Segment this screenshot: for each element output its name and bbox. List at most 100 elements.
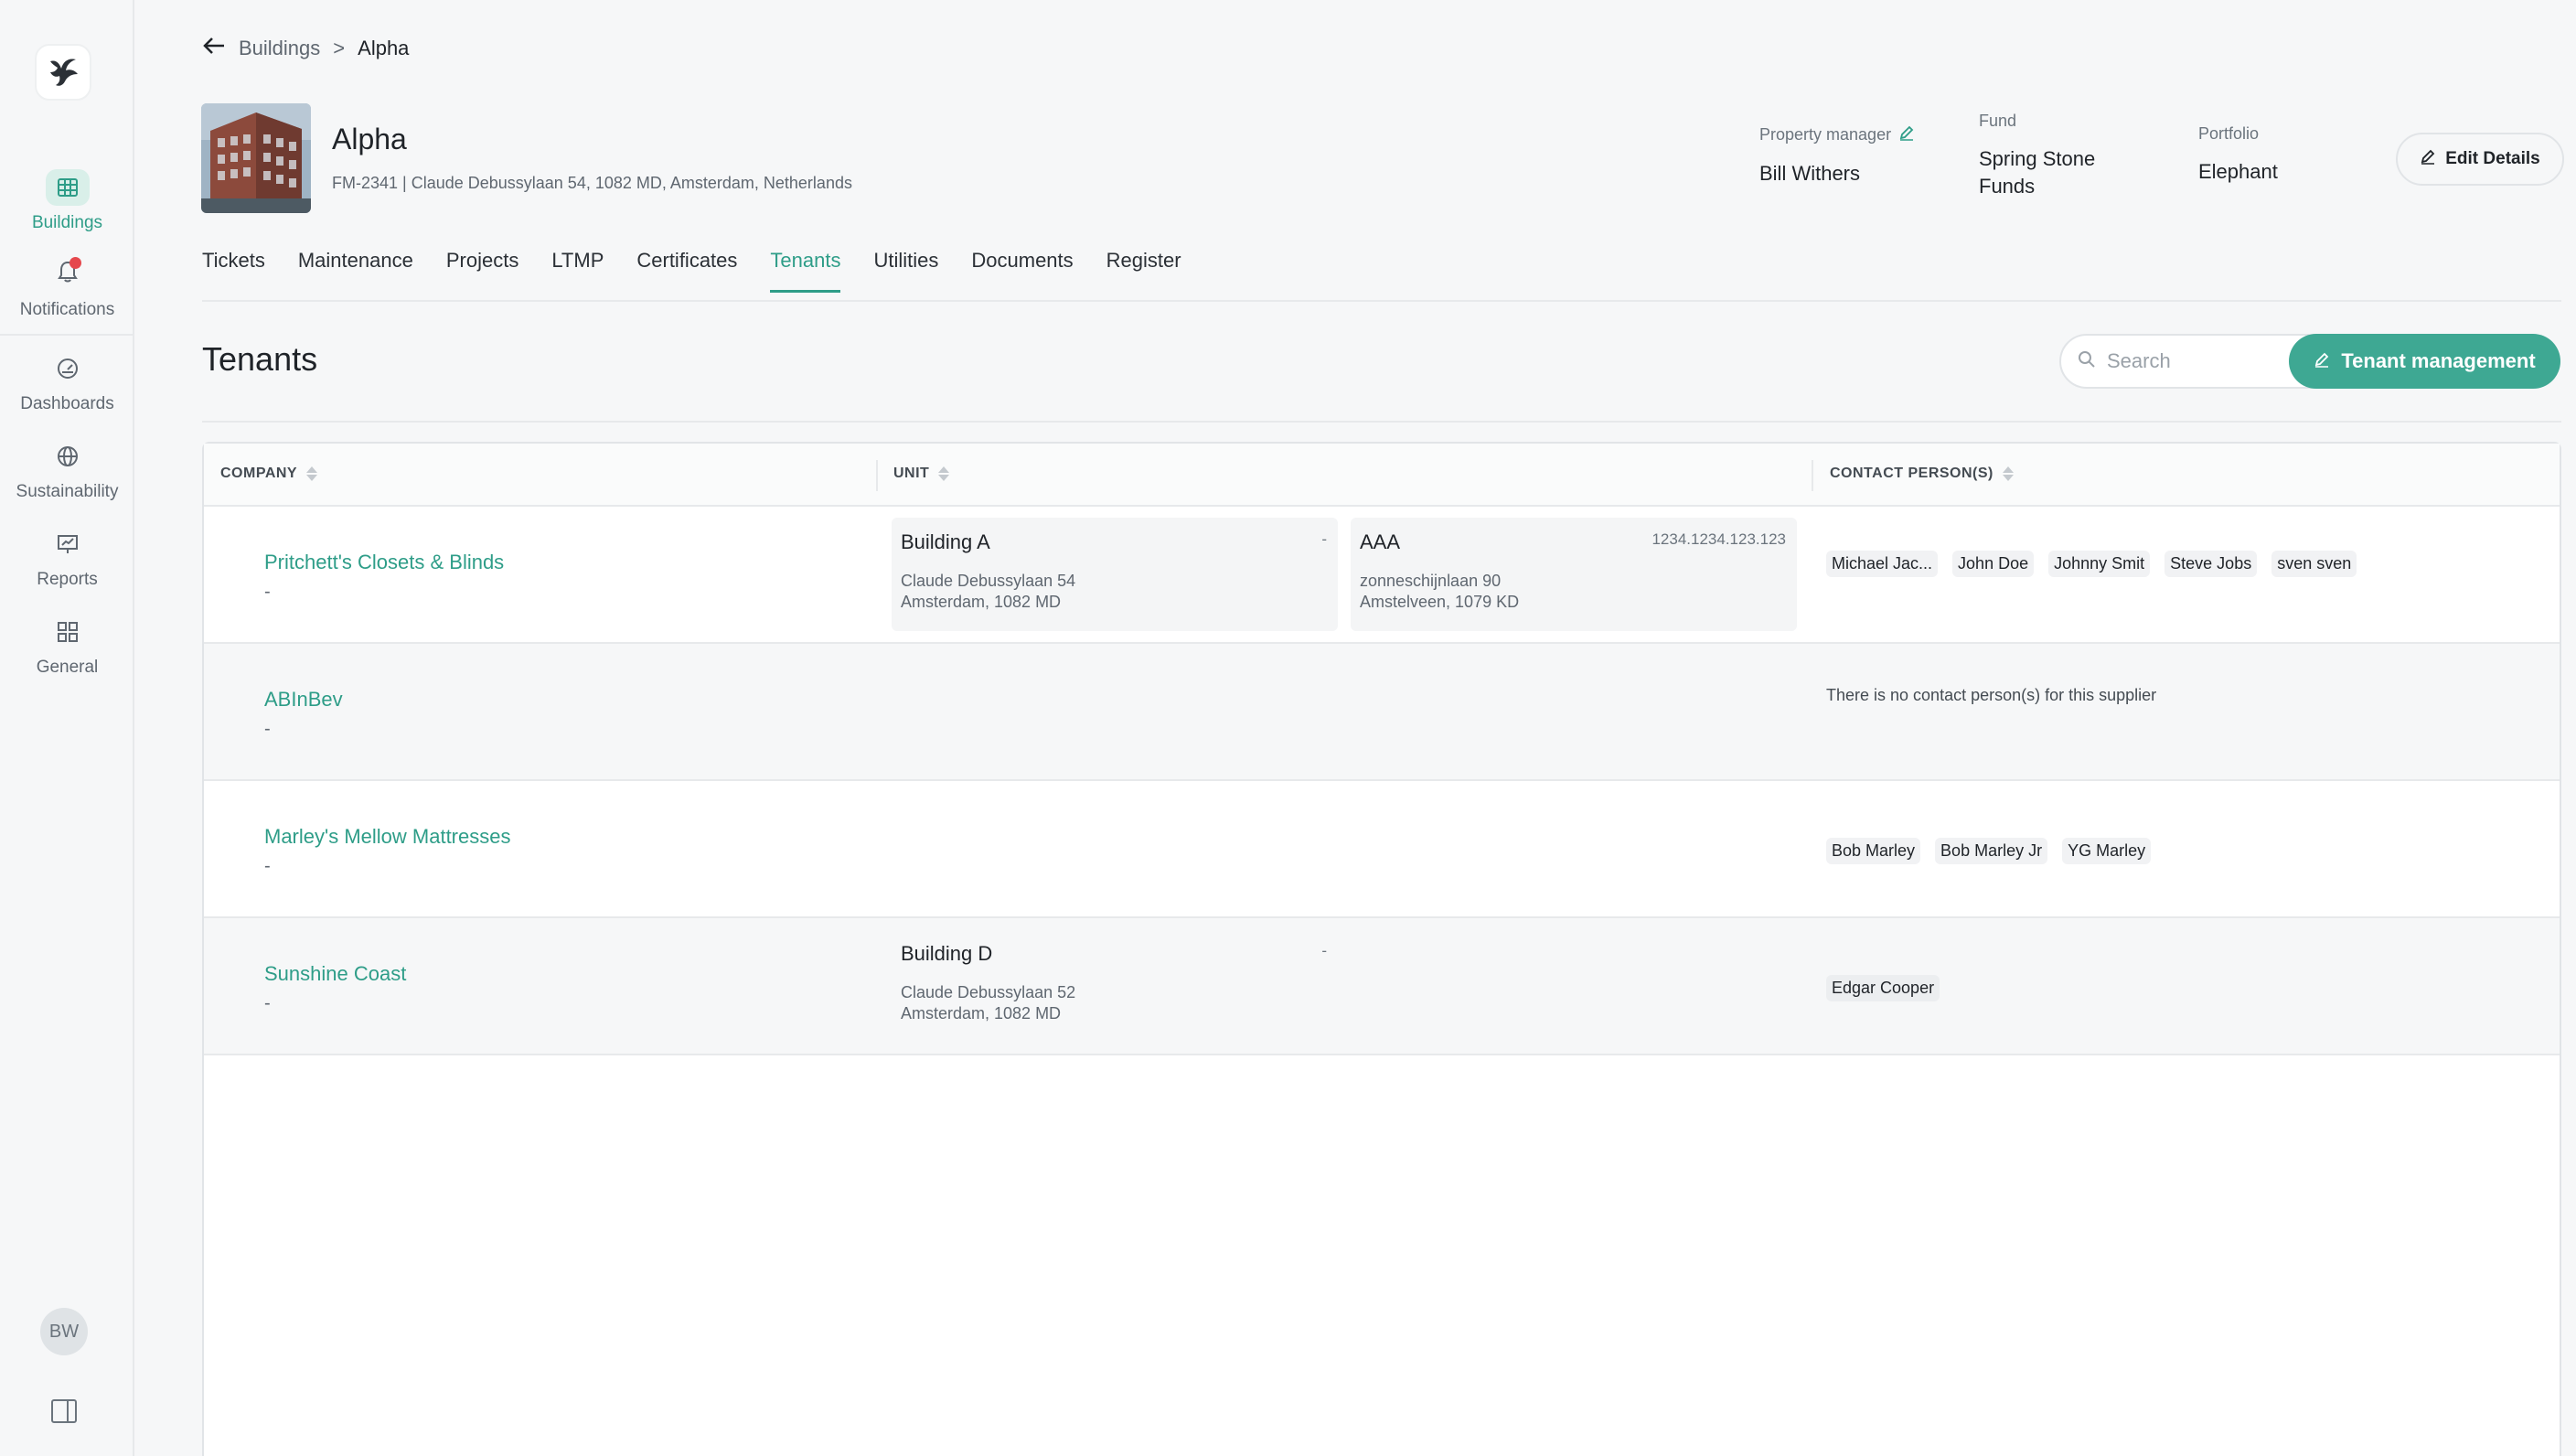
property-manager-block: Property manager Bill Withers (1759, 124, 1915, 187)
unit-address-line: Amsterdam, 1082 MD (901, 1004, 1062, 1022)
column-header-company[interactable]: COMPANY (220, 466, 318, 482)
tab-projects[interactable]: Projects (446, 249, 518, 293)
contact-chip[interactable]: YG Marley (2062, 838, 2152, 864)
tenant-management-label: Tenant management (2341, 349, 2536, 372)
contact-chip[interactable]: sven sven (2271, 551, 2357, 577)
table-row[interactable]: ABInBev - There is no contact person(s) … (204, 644, 2560, 781)
column-separator (1812, 460, 1813, 491)
building-thumbnail (201, 103, 311, 213)
column-header-contacts[interactable]: CONTACT PERSON(S) (1830, 466, 2014, 482)
property-manager-label: Property manager (1759, 124, 1915, 145)
pencil-icon (2314, 349, 2330, 373)
table-row[interactable]: Marley's Mellow Mattresses - Bob Marley … (204, 781, 2560, 918)
tab-tickets[interactable]: Tickets (202, 249, 265, 293)
unit-address: Claude Debussylaan 54 Amsterdam, 1082 MD (901, 571, 1075, 613)
sidebar: Buildings Notifications Dashboards Susta… (0, 0, 134, 1456)
fund-label: Fund (1979, 112, 2017, 130)
sidebar-divider (0, 334, 134, 336)
sidebar-item-reports[interactable]: Reports (0, 526, 134, 590)
company-subtext: - (264, 719, 271, 739)
fund-block: Fund Spring Stone Funds (1979, 112, 2125, 200)
tenants-table: COMPANY UNIT CONTACT PERSON(S) Pritchett… (202, 442, 2561, 1456)
contact-chip[interactable]: Bob Marley Jr (1935, 838, 2048, 864)
unit-card[interactable]: Building D - Claude Debussylaan 52 Amste… (892, 929, 1338, 1043)
breadcrumb-buildings-link[interactable]: Buildings (239, 37, 320, 60)
unit-card[interactable]: AAA 1234.1234.123.123 zonneschijnlaan 90… (1351, 518, 1797, 631)
notification-badge (69, 257, 81, 269)
property-manager-label-text: Property manager (1759, 125, 1892, 144)
fund-value: Spring Stone Funds (1979, 147, 2096, 198)
sort-icon[interactable] (938, 466, 950, 481)
pencil-icon (2420, 148, 2436, 170)
portfolio-label: Portfolio (2198, 124, 2260, 143)
presentation-chart-icon (46, 526, 90, 562)
tab-certificates[interactable]: Certificates (636, 249, 737, 293)
unit-name: AAA (1360, 530, 1401, 553)
unit-address: zonneschijnlaan 90 Amstelveen, 1079 KD (1360, 571, 1519, 613)
main-content: Buildings > Alpha Alpha FM-2341 | Claude… (134, 0, 2576, 1456)
column-separator (876, 460, 878, 491)
bird-logo-icon (50, 59, 78, 86)
avatar[interactable]: BW (40, 1308, 88, 1355)
company-subtext: - (264, 856, 271, 876)
unit-name: Building D (901, 942, 993, 965)
table-header: COMPANY UNIT CONTACT PERSON(S) (204, 444, 2560, 507)
contact-chip[interactable]: Michael Jac... (1826, 551, 1939, 577)
tab-utilities[interactable]: Utilities (873, 249, 938, 293)
back-arrow-icon[interactable] (202, 37, 226, 60)
app-logo[interactable] (35, 44, 91, 101)
sort-icon[interactable] (306, 466, 318, 481)
tab-ltmp[interactable]: LTMP (551, 249, 604, 293)
tab-register[interactable]: Register (1106, 249, 1181, 293)
contact-chip[interactable]: Bob Marley (1826, 838, 1921, 864)
breadcrumb-current: Alpha (358, 37, 410, 59)
sidebar-item-buildings[interactable]: Buildings (0, 169, 134, 233)
contact-chip[interactable]: Johnny Smit (2048, 551, 2151, 577)
tenant-management-button[interactable]: Tenant management (2289, 334, 2560, 389)
company-link[interactable]: Sunshine Coast (264, 962, 406, 986)
contact-chip[interactable]: John Doe (1952, 551, 2035, 577)
table-row[interactable]: Sunshine Coast - Building D - Claude Deb… (204, 918, 2560, 1055)
sidebar-item-dashboards[interactable]: Dashboards (0, 350, 134, 414)
bell-icon (46, 256, 90, 293)
globe-icon (46, 438, 90, 475)
edit-details-button[interactable]: Edit Details (2396, 133, 2564, 186)
sidebar-item-sustainability[interactable]: Sustainability (0, 438, 134, 502)
gauge-icon (46, 350, 90, 387)
company-link[interactable]: ABInBev (264, 688, 343, 712)
sidebar-item-general[interactable]: General (0, 614, 134, 678)
tab-tenants[interactable]: Tenants (770, 249, 841, 293)
company-link[interactable]: Pritchett's Closets & Blinds (264, 551, 504, 574)
sidebar-item-notifications[interactable]: Notifications (0, 256, 134, 320)
sidebar-item-label: Dashboards (20, 394, 114, 413)
unit-name: Building A (901, 530, 990, 553)
search-icon (2078, 350, 2096, 373)
sort-icon[interactable] (2002, 466, 2014, 481)
unit-card[interactable]: Building A - Claude Debussylaan 54 Amste… (892, 518, 1338, 631)
grid-icon (45, 169, 90, 206)
sidebar-toggle-icon[interactable] (51, 1399, 77, 1428)
pencil-icon[interactable] (1898, 124, 1915, 145)
contact-list: Michael Jac... John Doe Johnny Smit Stev… (1826, 551, 2357, 577)
portfolio-value: Elephant (2198, 160, 2278, 183)
contact-list: Edgar Cooper (1826, 975, 1940, 1001)
building-title: Alpha (332, 123, 407, 155)
breadcrumb-separator: > (333, 37, 346, 59)
column-header-label: UNIT (893, 466, 930, 481)
sidebar-item-label: General (36, 658, 99, 677)
tab-documents[interactable]: Documents (971, 249, 1073, 293)
table-row[interactable]: Pritchett's Closets & Blinds - Building … (204, 507, 2560, 644)
sidebar-item-label: Buildings (31, 213, 103, 232)
tabs-divider (202, 300, 2561, 302)
contact-list: Bob Marley Bob Marley Jr YG Marley (1826, 838, 2152, 864)
sidebar-item-label: Notifications (19, 300, 115, 319)
contact-chip[interactable]: Edgar Cooper (1826, 975, 1940, 1001)
column-header-unit[interactable]: UNIT (893, 466, 950, 482)
contact-chip[interactable]: Steve Jobs (2164, 551, 2258, 577)
section-divider (202, 421, 2561, 423)
tab-maintenance[interactable]: Maintenance (298, 249, 413, 293)
company-link[interactable]: Marley's Mellow Mattresses (264, 825, 510, 849)
sidebar-item-label: Sustainability (16, 482, 119, 501)
sidebar-item-label: Reports (37, 570, 98, 589)
building-tabs: Tickets Maintenance Projects LTMP Certif… (202, 249, 1181, 293)
